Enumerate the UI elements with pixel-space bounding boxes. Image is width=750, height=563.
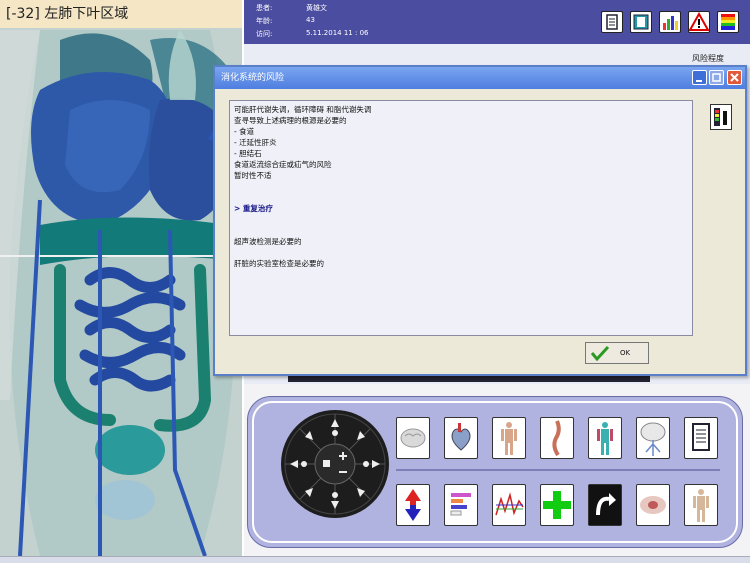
ok-label: OK bbox=[620, 349, 631, 357]
reset-view-icon[interactable] bbox=[323, 460, 330, 467]
patient-name: 黄雄文 bbox=[306, 4, 327, 12]
green-cross-icon[interactable] bbox=[540, 484, 574, 526]
lab-test-note: 肝脏的实验室检查是必要的 bbox=[234, 259, 324, 268]
ok-button[interactable]: OK bbox=[585, 342, 649, 364]
visit-label: 访问: bbox=[256, 30, 273, 38]
patient-age: 43 bbox=[306, 16, 315, 24]
heart-icon[interactable] bbox=[444, 417, 478, 459]
nervous-system-icon[interactable] bbox=[636, 417, 670, 459]
report-icon[interactable] bbox=[684, 417, 718, 459]
toolbar-divider bbox=[396, 469, 720, 471]
ultrasound-note: 超声波检测是必要的 bbox=[234, 237, 302, 246]
digestive-risk-dialog[interactable]: 消化系统的风险 可能肝代谢失调，循环障碍 和脂代谢失调 查寻导致上述病理的根源是… bbox=[213, 65, 747, 376]
spine-icon[interactable] bbox=[540, 417, 574, 459]
up-down-arrows-icon[interactable] bbox=[396, 484, 430, 526]
risk-level-label: 风险程度 bbox=[692, 54, 724, 63]
maximize-icon[interactable] bbox=[709, 70, 724, 85]
dialog-title: 消化系统的风险 bbox=[221, 73, 285, 83]
patient-name-label: 患者: bbox=[256, 4, 273, 12]
risk-line: - 迁延性肝炎 bbox=[234, 138, 277, 147]
bar-spectrum-icon[interactable] bbox=[444, 484, 478, 526]
graph-icon[interactable] bbox=[492, 484, 526, 526]
treatment-heading: > 重复治疗 bbox=[234, 204, 273, 213]
close-icon[interactable] bbox=[727, 70, 742, 85]
risk-line: 暂时性不适 bbox=[234, 171, 272, 180]
patient-header: 患者: 黄雄文 年龄: 43 访问: 5.11.2014 11 : 06 bbox=[244, 0, 750, 44]
control-panel bbox=[247, 396, 743, 548]
brain-icon[interactable] bbox=[396, 417, 430, 459]
risk-line: 可能肝代谢失调，循环障碍 和脂代谢失调 bbox=[234, 105, 372, 114]
check-icon bbox=[590, 345, 610, 362]
body-muscles-icon[interactable] bbox=[588, 417, 622, 459]
info-scale-icon[interactable] bbox=[710, 104, 732, 130]
risk-line: - 食道 bbox=[234, 127, 255, 136]
anatomy-viewer[interactable]: [-32] 左肺下叶区域 bbox=[0, 0, 244, 556]
risk-line: 查寻导致上述病理的根源是必要的 bbox=[234, 116, 347, 125]
region-title: [-32] 左肺下叶区域 bbox=[0, 0, 242, 28]
body-skin-icon[interactable] bbox=[492, 417, 526, 459]
risk-line: - 胆结石 bbox=[234, 149, 262, 158]
minimize-icon[interactable] bbox=[692, 70, 707, 85]
visit-datetime: 5.11.2014 11 : 06 bbox=[306, 29, 369, 37]
app-window: [-32] 左肺下叶区域 患者: 黄雄文 年龄: 43 访问: 5.11.201… bbox=[0, 0, 750, 563]
contents-icon[interactable] bbox=[630, 11, 652, 33]
dialog-titlebar[interactable]: 消化系统的风险 bbox=[215, 67, 745, 89]
risk-line: 食道返流综合症或疝气的风险 bbox=[234, 160, 332, 169]
full-body-icon[interactable] bbox=[684, 484, 718, 526]
document-icon[interactable] bbox=[601, 11, 623, 33]
anatomy-model[interactable] bbox=[0, 0, 244, 556]
rotate-icon[interactable] bbox=[588, 484, 622, 526]
pelvis-icon[interactable] bbox=[636, 484, 670, 526]
warning-icon[interactable] bbox=[688, 11, 710, 33]
color-scale-icon[interactable] bbox=[717, 11, 739, 33]
patient-age-label: 年龄: bbox=[256, 17, 273, 25]
risk-description: 可能肝代谢失调，循环障碍 和脂代谢失调 查寻导致上述病理的根源是必要的 - 食道… bbox=[229, 100, 693, 336]
navigation-wheel[interactable] bbox=[280, 409, 390, 519]
taskbar bbox=[0, 556, 750, 563]
bar-chart-icon[interactable] bbox=[659, 11, 681, 33]
